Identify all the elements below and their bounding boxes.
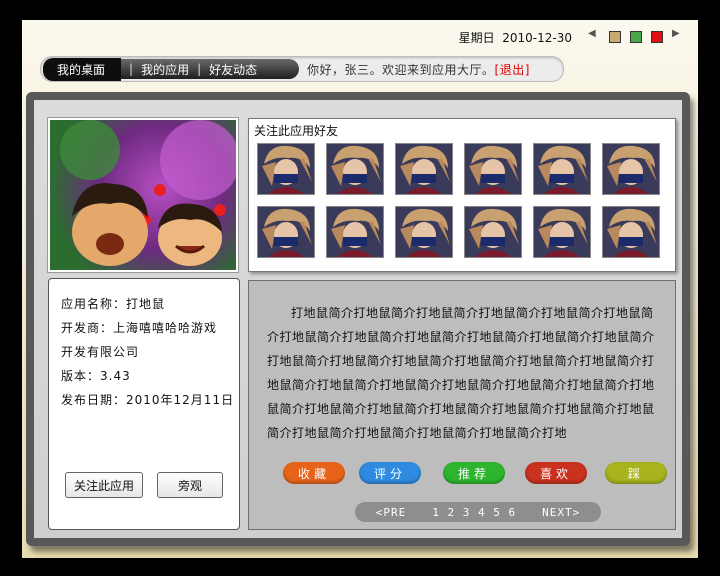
developer-label-cont: 开发有限公司 [61,345,140,359]
friend-avatar[interactable] [464,206,522,258]
app-description-text: 打地鼠简介打地鼠简介打地鼠简介打地鼠简介打地鼠简介打地鼠简介打地鼠简介打地鼠简介… [267,306,655,440]
app-detail-panel: 关注此应用好友 应用名称：打地鼠 开发商：上海嘻嘻哈哈游戏 开发有限公司 版本：… [26,92,690,546]
friend-avatar[interactable] [257,206,315,258]
next-theme-arrow-icon[interactable]: ▶ [672,28,680,39]
favorite-button[interactable]: 收藏 [283,462,345,484]
watch-button[interactable]: 旁观 [157,472,223,498]
page-link-4[interactable]: 4 [478,506,486,519]
app-info-box: 应用名称：打地鼠 开发商：上海嘻嘻哈哈游戏 开发有限公司 版本：3.43 发布日… [48,278,240,530]
friend-avatar[interactable] [257,143,315,195]
nav-menu: 我的桌面 | 我的应用 | 好友动态 [43,57,299,81]
friend-avatar[interactable] [326,206,384,258]
friend-avatar[interactable] [395,206,453,258]
page-link-6[interactable]: 6 [509,506,517,519]
friend-avatar[interactable] [602,143,660,195]
nav-item-my-apps[interactable]: 我的应用 [141,61,189,78]
prev-theme-arrow-icon[interactable]: ◀ [588,28,596,39]
nav-separator: | [197,62,202,76]
prev-page-link[interactable]: <PRE [376,506,407,519]
dislike-button[interactable]: 踩 [605,462,667,484]
recommend-button[interactable]: 推荐 [443,462,505,484]
friend-avatar[interactable] [326,143,384,195]
release-date-label: 发布日期：2010年12月11日 [61,393,235,407]
nav-separator: | [129,62,134,76]
developer-label: 开发商：上海嘻嘻哈哈游戏 [61,321,218,335]
weekday-label: 星期日 [458,31,495,45]
friend-avatar[interactable] [533,143,591,195]
friend-avatar[interactable] [602,206,660,258]
top-nav-bar: 我的桌面 | 我的应用 | 好友动态 你好，张三。欢迎来到应用大厅。[退出] [40,56,564,82]
like-button[interactable]: 喜欢 [525,462,587,484]
version-label: 版本：3.43 [61,369,131,383]
page-link-1[interactable]: 1 [432,506,440,519]
welcome-message: 你好，张三。欢迎来到应用大厅。[退出] [307,61,530,78]
theme-swatch-red[interactable] [651,31,663,43]
app-hall-page: 星期日 2010-12-30 ◀ ▶ 我的桌面 | 我的应用 | 好友动态 你好… [22,20,698,558]
page-link-3[interactable]: 3 [463,506,471,519]
page-link-2[interactable]: 2 [448,506,456,519]
app-cover-image [48,118,238,272]
theme-swatch-green[interactable] [630,31,642,43]
page-link-5[interactable]: 5 [493,506,501,519]
nav-item-my-desktop[interactable]: 我的桌面 [43,57,122,81]
friend-avatar[interactable] [395,143,453,195]
app-name-label: 应用名称：打地鼠 [61,297,166,311]
welcome-text: 你好，张三。欢迎来到应用大厅。 [307,63,495,77]
next-page-link[interactable]: NEXT> [542,506,580,519]
friends-panel-title: 关注此应用好友 [254,124,339,138]
header-date: 星期日 2010-12-30 [459,29,572,46]
pagination: <PRE 1 2 3 4 5 6 NEXT> [355,502,601,522]
nav-item-friend-activity[interactable]: 好友动态 [209,61,257,78]
friend-avatar[interactable] [533,206,591,258]
date-label: 2010-12-30 [502,31,572,45]
logout-link[interactable]: [退出] [495,63,530,77]
app-detail-inner: 关注此应用好友 应用名称：打地鼠 开发商：上海嘻嘻哈哈游戏 开发有限公司 版本：… [34,100,682,538]
theme-swatch-tan[interactable] [609,31,621,43]
app-friends-panel: 关注此应用好友 [248,118,676,272]
follow-app-button[interactable]: 关注此应用 [65,472,143,498]
rate-button[interactable]: 评分 [359,462,421,484]
friend-avatar[interactable] [464,143,522,195]
app-description-panel: 打地鼠简介打地鼠简介打地鼠简介打地鼠简介打地鼠简介打地鼠简介打地鼠简介打地鼠简介… [248,280,676,530]
